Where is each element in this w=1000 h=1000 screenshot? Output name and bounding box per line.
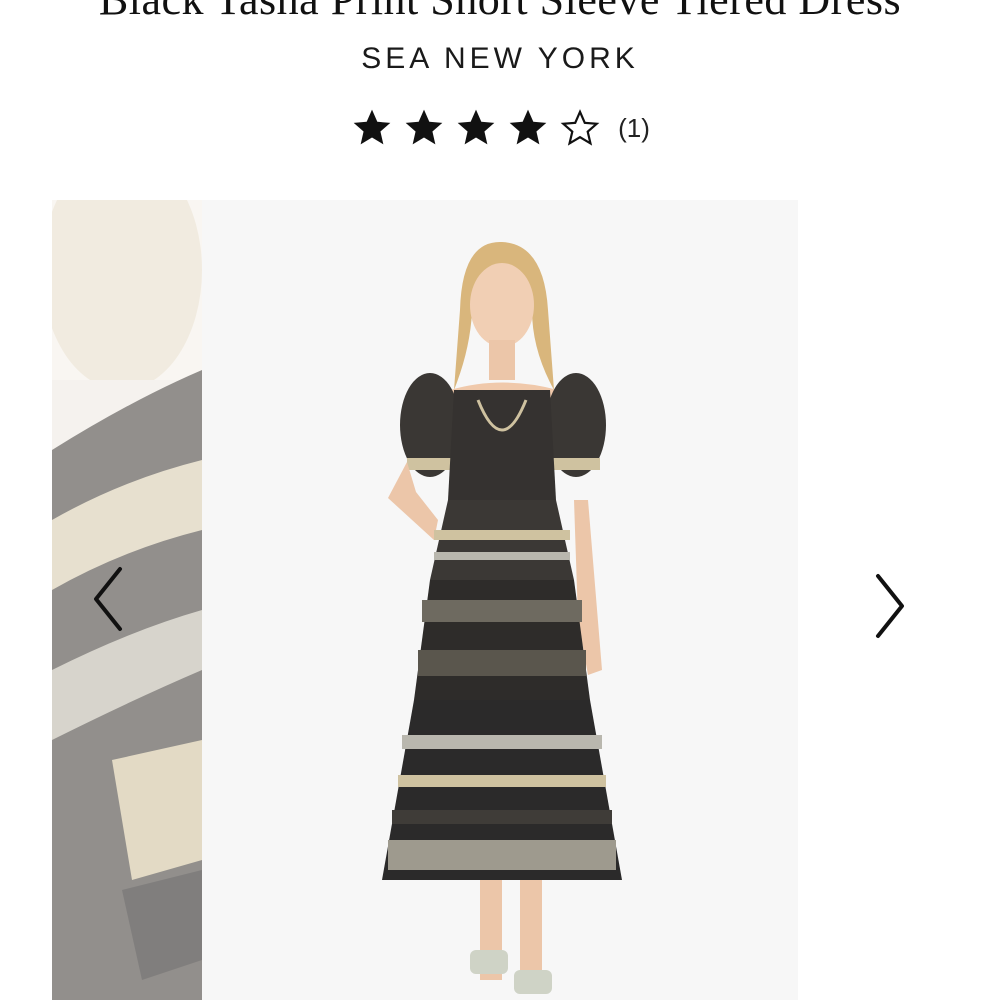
review-count[interactable]: (1) <box>618 113 650 144</box>
star-icon-3 <box>454 106 498 150</box>
product-rating[interactable]: (1) <box>0 104 1000 152</box>
star-icon-1 <box>350 106 394 150</box>
main-product-image[interactable] <box>202 200 798 1000</box>
product-image-carousel[interactable] <box>52 200 948 1000</box>
chevron-left-icon <box>94 567 122 631</box>
carousel-next-button[interactable] <box>868 570 912 642</box>
brand-name[interactable]: SEA NEW YORK <box>0 42 1000 76</box>
star-icon-2 <box>402 106 446 150</box>
chevron-right-icon <box>876 574 904 638</box>
product-title: Black Tasha Print Short Sleeve Tiered Dr… <box>0 0 1000 22</box>
carousel-prev-button[interactable] <box>86 563 130 635</box>
star-icon-4 <box>506 106 550 150</box>
star-outline-icon-5 <box>558 106 602 150</box>
